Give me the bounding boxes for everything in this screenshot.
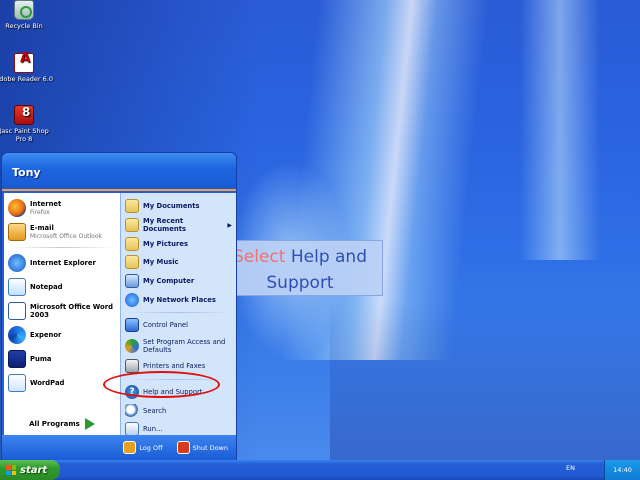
set-program-access-icon xyxy=(125,338,139,353)
recycle-bin-icon xyxy=(14,0,34,20)
program-title: Expenor xyxy=(30,331,62,339)
network-places-icon xyxy=(125,292,139,307)
place-label: My Computer xyxy=(143,277,195,286)
callout-highlight: Select xyxy=(233,247,286,267)
my-computer-icon xyxy=(125,274,139,289)
program-title: Notepad xyxy=(30,283,63,291)
printer-icon xyxy=(125,359,139,374)
green-arrow-icon xyxy=(84,418,95,430)
start-menu: Tony Internet Firefox E-mail Microsoft Off… xyxy=(1,152,237,461)
place-item-help-and-support[interactable]: ? Help and Support xyxy=(121,383,236,402)
my-music-icon xyxy=(125,255,139,270)
instruction-callout: Select Help and Support xyxy=(217,240,383,296)
place-label: Run... xyxy=(143,425,163,434)
program-title: Microsoft Office Word 2003 xyxy=(30,303,113,319)
place-label: My Documents xyxy=(143,202,200,211)
program-title: Internet xyxy=(30,199,62,208)
language-indicator[interactable]: EN xyxy=(566,464,575,472)
program-subtitle: Firefox xyxy=(30,208,50,216)
program-subtitle: Microsoft Office Outlook xyxy=(30,232,102,240)
internet-explorer-icon xyxy=(8,254,26,272)
windows-flag-icon xyxy=(6,465,16,475)
all-programs-button[interactable]: All Programs xyxy=(4,415,120,433)
log-off-label: Log Off xyxy=(139,443,163,452)
start-menu-pinned-programs: Internet Firefox E-mail Microsoft Office O… xyxy=(4,193,120,435)
recent-documents-icon xyxy=(125,218,139,233)
all-programs-label: All Programs xyxy=(29,420,80,428)
taskbar: start EN 14:40 xyxy=(0,460,640,480)
log-off-icon xyxy=(123,441,137,454)
program-item-word[interactable]: Microsoft Office Word 2003 xyxy=(4,299,120,323)
wallpaper-light-beam xyxy=(520,0,600,260)
control-panel-icon xyxy=(125,318,139,333)
menu-separator xyxy=(127,378,230,380)
expenor-icon xyxy=(8,326,26,344)
word-icon xyxy=(8,302,26,320)
desktop-icon-adobe-reader[interactable]: Adobe Reader 6.0 xyxy=(0,53,54,83)
desktop-icon-recycle-bin[interactable]: Recycle Bin xyxy=(0,0,54,30)
shut-down-button[interactable]: Shut Down xyxy=(173,439,232,456)
program-item-email[interactable]: E-mail Microsoft Office Outlook xyxy=(4,220,120,244)
notepad-icon xyxy=(8,278,26,296)
adobe-reader-icon xyxy=(14,53,34,73)
place-item-set-program-access[interactable]: Set Program Access and Defaults xyxy=(121,335,236,357)
place-label: Set Program Access and Defaults xyxy=(143,337,226,354)
start-menu-places: My Documents My Recent Documents ▶ My Pi… xyxy=(120,193,236,437)
my-pictures-icon xyxy=(125,236,139,251)
desktop-icon-label: Recycle Bin xyxy=(5,22,43,30)
email-icon xyxy=(8,223,26,241)
desktop-icon-paint-shop-pro[interactable]: Jasc Paint Shop Pro 8 xyxy=(0,105,54,143)
program-title: WordPad xyxy=(30,379,65,387)
program-item-notepad[interactable]: Notepad xyxy=(4,275,120,299)
puma-icon xyxy=(8,350,26,368)
place-label: Printers and Faxes xyxy=(143,362,206,371)
program-item-internet[interactable]: Internet Firefox xyxy=(4,196,120,220)
search-icon xyxy=(125,403,139,418)
place-label: My Network Places xyxy=(143,295,216,304)
help-icon: ? xyxy=(125,384,139,399)
program-title: E-mail xyxy=(30,223,54,232)
menu-separator xyxy=(10,247,114,248)
my-documents-icon xyxy=(125,199,139,214)
program-item-puma[interactable]: Puma xyxy=(4,347,120,371)
place-item-my-documents[interactable]: My Documents xyxy=(121,197,236,216)
submenu-arrow-icon: ▶ xyxy=(227,221,232,229)
power-icon xyxy=(176,441,190,454)
place-label: My Music xyxy=(143,258,179,267)
place-label: Help and Support xyxy=(143,387,203,396)
start-menu-user-name: Tony xyxy=(2,153,236,191)
wordpad-icon xyxy=(8,374,26,392)
place-item-my-recent-documents[interactable]: My Recent Documents ▶ xyxy=(121,216,236,235)
start-menu-footer: Log Off Shut Down xyxy=(2,435,236,460)
clock[interactable]: 14:40 xyxy=(613,466,632,474)
place-item-my-music[interactable]: My Music xyxy=(121,253,236,272)
program-item-internet-explorer[interactable]: Internet Explorer xyxy=(4,251,120,275)
program-title: Puma xyxy=(30,355,52,363)
place-item-my-computer[interactable]: My Computer xyxy=(121,272,236,291)
place-label: My Pictures xyxy=(143,239,188,248)
wallpaper-shade xyxy=(330,300,640,460)
system-tray: 14:40 xyxy=(604,460,640,480)
shut-down-label: Shut Down xyxy=(192,443,228,452)
place-label: Control Panel xyxy=(143,321,189,330)
desktop-icon-label: Adobe Reader 6.0 xyxy=(0,75,54,83)
place-item-printers-and-faxes[interactable]: Printers and Faxes xyxy=(121,357,236,376)
place-item-control-panel[interactable]: Control Panel xyxy=(121,316,236,335)
place-label: My Recent Documents xyxy=(143,217,187,234)
desktop-icon-label: Jasc Paint Shop Pro 8 xyxy=(0,127,49,143)
place-item-my-pictures[interactable]: My Pictures xyxy=(121,234,236,253)
program-title: Internet Explorer xyxy=(30,259,96,267)
start-button[interactable]: start xyxy=(0,460,60,480)
wallpaper-light-beam xyxy=(281,0,489,360)
program-item-expenor[interactable]: Expenor xyxy=(4,323,120,347)
place-item-search[interactable]: Search xyxy=(121,401,236,420)
place-label: Search xyxy=(143,406,167,415)
paint-shop-pro-icon xyxy=(14,105,34,125)
program-item-wordpad[interactable]: WordPad xyxy=(4,371,120,395)
firefox-icon xyxy=(8,199,26,217)
place-item-my-network-places[interactable]: My Network Places xyxy=(121,290,236,309)
log-off-button[interactable]: Log Off xyxy=(119,439,166,456)
start-label: start xyxy=(20,464,48,476)
menu-separator xyxy=(127,312,230,314)
